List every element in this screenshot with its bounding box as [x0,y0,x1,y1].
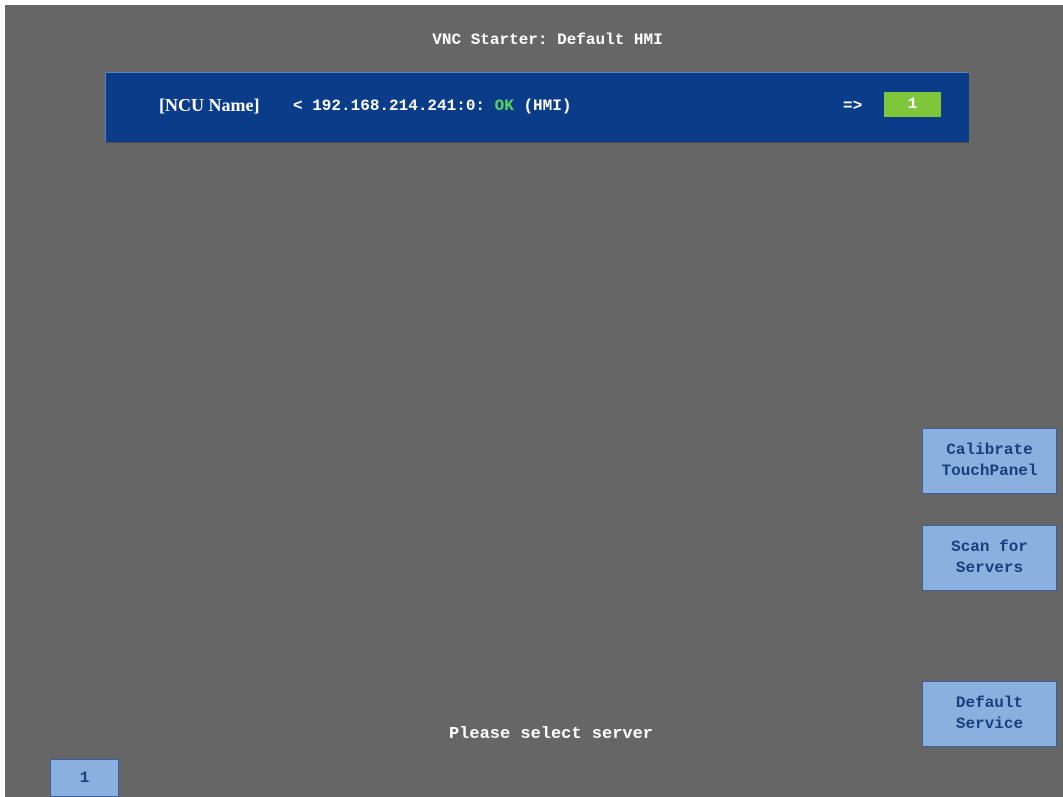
page-tab-1[interactable]: 1 [50,759,119,797]
server-status-ok: OK [494,97,514,115]
scan-label-line1: Scan for [951,538,1028,556]
scan-for-servers-button[interactable]: Scan for Servers [922,525,1057,591]
calibrate-label-line2: TouchPanel [941,462,1038,480]
server-list-item[interactable]: [NCU Name] < 192.168.214.241:0: OK (HMI)… [105,72,969,143]
arrow-icon: => [843,97,863,115]
server-address: < 192.168.214.241:0: OK (HMI) [293,97,571,115]
server-address-text: < 192.168.214.241:0: [293,97,495,115]
page-title: VNC Starter: Default HMI [432,31,663,49]
ncu-name-label: [NCU Name] [159,95,260,115]
status-message: Please select server [448,725,654,744]
calibrate-touchpanel-button[interactable]: Calibrate TouchPanel [922,428,1057,494]
default-service-label-line1: Default [955,694,1024,712]
server-type: (HMI) [513,97,572,115]
screen-number-badge: 1 [884,92,941,117]
scan-label-line2: Servers [955,559,1024,577]
vnc-starter-screen: VNC Starter: Default HMI [NCU Name] < 19… [5,5,1063,797]
calibrate-label-line1: Calibrate [946,441,1033,459]
